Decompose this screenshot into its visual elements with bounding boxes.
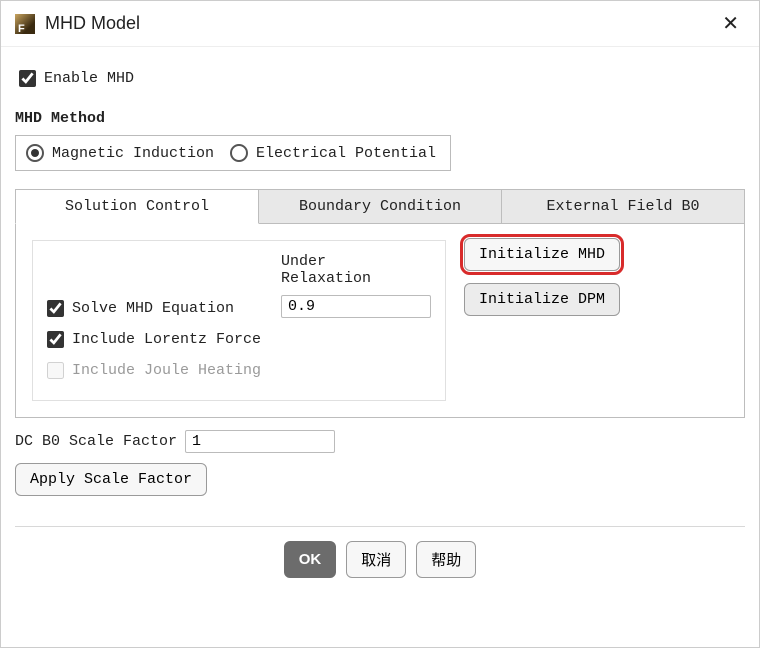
under-relaxation-label: Under Relaxation [281,253,431,287]
radio-magnetic-induction[interactable]: Magnetic Induction [26,144,214,162]
tab-panel-solution-control: Solve MHD Equation Include Lorentz Force… [15,224,745,418]
initialize-dpm-button[interactable]: Initialize DPM [464,283,620,316]
radio-electrical-potential[interactable]: Electrical Potential [230,144,436,162]
apply-scale-factor-button[interactable]: Apply Scale Factor [15,463,207,496]
solve-mhd-checkbox[interactable]: Solve MHD Equation [43,297,261,320]
scale-factor-input[interactable] [185,430,335,453]
joule-checkbox: Include Joule Heating [43,359,261,382]
solution-options-group: Solve MHD Equation Include Lorentz Force… [32,240,446,401]
app-icon [15,14,35,34]
enable-mhd-label: Enable MHD [44,70,134,87]
help-button[interactable]: 帮助 [416,541,476,578]
dialog-content: Enable MHD MHD Method Magnetic Induction… [1,47,759,496]
tabs: Solution Control Boundary Condition Exte… [15,189,745,224]
scale-factor-label: DC B0 Scale Factor [15,433,177,450]
solve-mhd-input[interactable] [47,300,64,317]
radio-dot-icon [26,144,44,162]
lorentz-checkbox[interactable]: Include Lorentz Force [43,328,261,351]
window-title: MHD Model [45,13,716,34]
dialog-footer: OK 取消 帮助 [1,527,759,586]
close-icon[interactable]: ✕ [716,9,745,38]
method-radio-group: Magnetic Induction Electrical Potential [15,135,451,171]
enable-mhd-checkbox[interactable]: Enable MHD [15,67,134,90]
tab-external-field-b0[interactable]: External Field B0 [502,189,745,224]
initialize-mhd-button[interactable]: Initialize MHD [464,238,620,271]
joule-label: Include Joule Heating [72,362,261,379]
method-section-label: MHD Method [15,110,745,127]
radio-magnetic-label: Magnetic Induction [52,145,214,162]
radio-electrical-label: Electrical Potential [256,145,436,162]
solve-mhd-label: Solve MHD Equation [72,300,234,317]
enable-mhd-input[interactable] [19,70,36,87]
lorentz-label: Include Lorentz Force [72,331,261,348]
tab-boundary-condition[interactable]: Boundary Condition [259,189,502,224]
radio-empty-icon [230,144,248,162]
titlebar: MHD Model ✕ [1,1,759,47]
tab-solution-control[interactable]: Solution Control [15,189,259,224]
under-relaxation-input[interactable] [281,295,431,318]
lorentz-input[interactable] [47,331,64,348]
joule-input [47,362,64,379]
cancel-button[interactable]: 取消 [346,541,406,578]
ok-button[interactable]: OK [284,541,337,578]
